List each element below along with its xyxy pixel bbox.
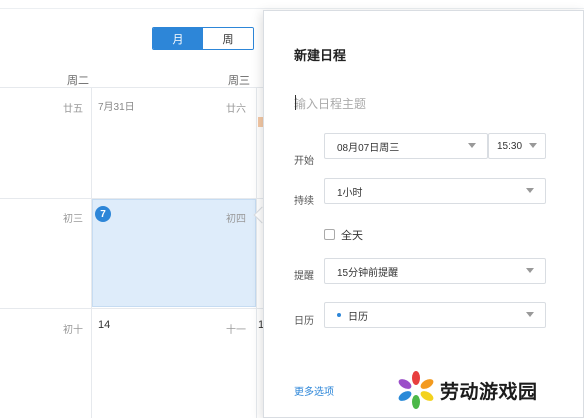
week-view-button[interactable]: 周 — [203, 28, 253, 49]
day-cell-date[interactable]: 7月31日 — [98, 98, 135, 113]
chevron-down-icon — [526, 268, 534, 273]
weekday-header-wed: 周三 — [228, 75, 250, 87]
chevron-down-icon — [529, 143, 537, 148]
today-badge[interactable]: 7 — [95, 206, 111, 222]
lunar-date: 廿五 — [63, 104, 83, 115]
duration-value: 1小时 — [337, 187, 363, 199]
reminder-value: 15分钟前提醒 — [337, 267, 399, 279]
top-divider — [0, 8, 584, 9]
watermark-text: 劳动游戏园 — [440, 380, 538, 403]
start-date-value: 08月07日周三 — [337, 142, 400, 154]
lunar-date: 廿六 — [226, 104, 246, 115]
month-view-button[interactable]: 月 — [153, 28, 203, 49]
allday-label[interactable]: 全天 — [341, 227, 363, 243]
weekday-header-tue: 周二 — [67, 75, 89, 87]
text-cursor — [295, 95, 296, 110]
event-subject-input[interactable] — [294, 93, 554, 115]
lunar-date: 十一 — [226, 325, 246, 336]
calendar-label: 日历 — [294, 316, 314, 327]
chevron-down-icon — [468, 143, 476, 148]
view-toggle: 月 周 — [152, 27, 254, 50]
calendar-select[interactable]: 日历 — [324, 302, 546, 328]
calendar-color-dot — [337, 313, 341, 317]
popover-title: 新建日程 — [294, 48, 347, 63]
new-event-popover: 新建日程 开始 08月07日周三 15:30 持续 1小时 全天 提醒 15分钟… — [263, 10, 584, 418]
start-label: 开始 — [294, 156, 314, 167]
calendar-value: 日历 — [348, 311, 368, 323]
pinwheel-logo-icon — [398, 371, 434, 409]
day-cell-date[interactable]: 14 — [98, 319, 110, 331]
reminder-select[interactable]: 15分钟前提醒 — [324, 258, 546, 284]
allday-checkbox[interactable] — [324, 229, 335, 240]
chevron-down-icon — [526, 312, 534, 317]
duration-label: 持续 — [294, 196, 314, 207]
watermark: 劳动游戏园 — [396, 370, 538, 410]
start-time-select[interactable]: 15:30 — [488, 133, 546, 159]
start-date-select[interactable]: 08月07日周三 — [324, 133, 488, 159]
grid-line — [256, 87, 257, 418]
lunar-date: 初四 — [226, 214, 246, 225]
duration-select[interactable]: 1小时 — [324, 178, 546, 204]
more-options-link[interactable]: 更多选项 — [294, 383, 334, 398]
lunar-date: 初十 — [63, 325, 83, 336]
reminder-label: 提醒 — [294, 271, 314, 282]
lunar-date: 初三 — [63, 214, 83, 225]
start-time-value: 15:30 — [497, 140, 523, 152]
chevron-down-icon — [526, 188, 534, 193]
